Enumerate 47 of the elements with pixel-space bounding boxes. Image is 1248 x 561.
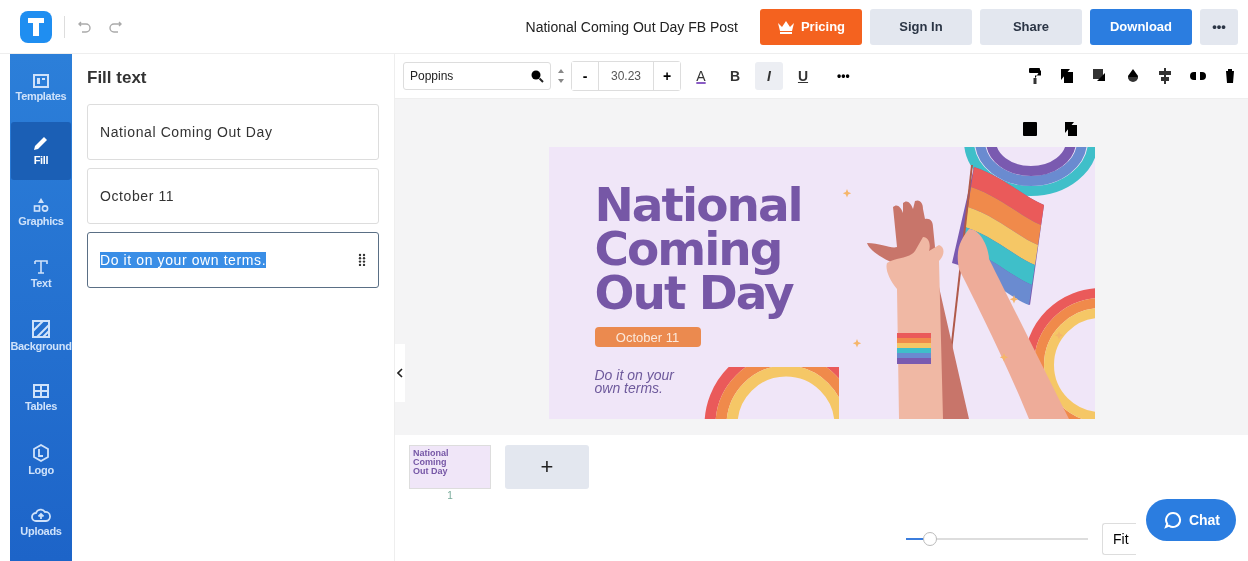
layers-icon[interactable] [1092,68,1108,84]
page-thumbnail[interactable]: National Coming Out Day [409,445,491,489]
underline-button[interactable]: U [789,62,817,90]
download-button[interactable]: Download [1090,8,1192,45]
sidebar-item[interactable]: Logo [11,432,71,490]
zoom-dropdown[interactable]: Fit [1102,523,1136,555]
align-center-icon[interactable] [1158,68,1172,84]
text-icon [33,259,49,275]
chat-bubble-icon [1163,511,1182,529]
sidebar-item[interactable]: Background [11,308,71,366]
more-button[interactable]: ••• [831,68,856,84]
page-number: 1 [447,490,453,501]
italic-button[interactable]: I [755,62,783,90]
sidebar-item[interactable]: Text [11,246,71,304]
text-field[interactable]: October 11 [87,168,379,224]
add-page-button[interactable]: + [505,445,589,489]
panel-title: Fill text [87,68,148,88]
paint-roller-icon[interactable] [1028,67,1042,85]
bold-button[interactable]: B [721,62,749,90]
cloud-upload-icon [31,507,51,523]
font-field[interactable]: Poppins [403,62,551,90]
hexagon-icon [33,444,49,462]
crown-icon [776,19,795,34]
shapes-icon [33,197,49,213]
drag-handle-icon[interactable] [358,253,366,267]
drop-icon[interactable] [1126,68,1140,84]
pencil-icon [32,134,50,152]
chevron-left-icon [397,368,403,378]
table-icon [33,384,49,398]
document-title[interactable]: National Coming Out Day FB Post [525,18,738,35]
search-icon [530,69,544,83]
sidebar-item[interactable]: Fill [11,122,71,180]
slider-handle[interactable] [922,532,937,546]
hatched-square-icon [32,320,50,338]
tagline-text[interactable]: Do it on your own terms. [594,369,695,395]
text-field[interactable]: National Coming Out Day [87,104,379,160]
header-button[interactable]: Sign In [870,8,972,45]
collapse-panel-button[interactable] [395,344,405,402]
app-logo-icon[interactable] [20,10,52,43]
trash-icon[interactable] [1224,68,1236,84]
templates-icon [33,74,49,88]
header-button[interactable]: Share [980,8,1082,45]
more-button[interactable]: ••• [1200,8,1238,45]
sidebar-item[interactable]: Tables [11,370,71,428]
chat-button[interactable]: Chat [1145,499,1236,541]
sidebar-item[interactable]: Uploads [11,494,71,552]
color-button[interactable]: A [687,62,715,90]
